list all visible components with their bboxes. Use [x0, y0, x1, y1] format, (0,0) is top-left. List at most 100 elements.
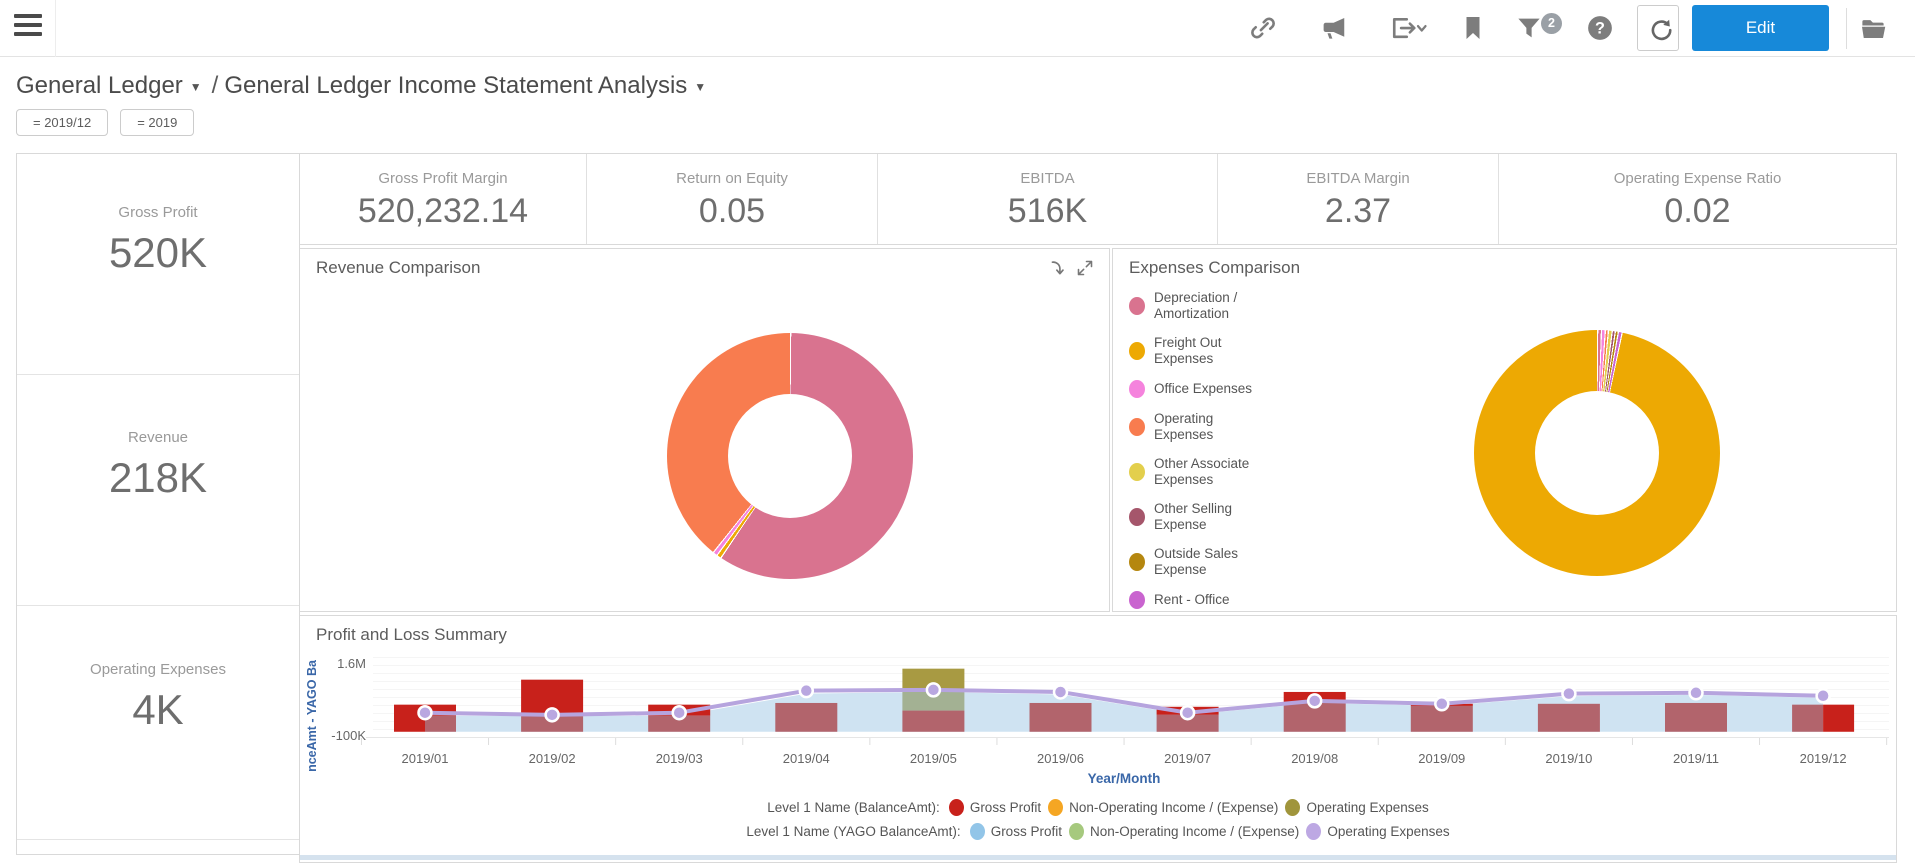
svg-text:2019/08: 2019/08	[1291, 751, 1338, 766]
legend-item[interactable]: Rent - Office	[1129, 591, 1269, 609]
legend-item[interactable]: Non-Operating Income / (Expense)	[1068, 823, 1300, 840]
svg-text:2019/02: 2019/02	[529, 751, 576, 766]
legend-bullet	[1129, 463, 1145, 481]
expenses-donut-chart[interactable]	[1474, 330, 1720, 576]
svg-text:nceAmt - YAGO Ba: nceAmt - YAGO Ba	[305, 659, 319, 772]
legend-item[interactable]: Gross Profit	[948, 799, 1041, 816]
kpi-label: EBITDA Margin	[1306, 170, 1410, 187]
drill-arrow-icon[interactable]	[1047, 258, 1067, 278]
svg-text:?: ?	[1595, 20, 1605, 38]
legend-prefix: Level 1 Name (BalanceAmt):	[767, 800, 940, 815]
legend-bullet	[1129, 508, 1145, 526]
legend-item[interactable]: Operating Expenses	[1285, 799, 1429, 816]
legend-bullet	[1048, 799, 1064, 816]
export-icon[interactable]	[1388, 13, 1428, 43]
kpi-label: Revenue	[127, 429, 189, 446]
filter-chip-year[interactable]: = 2019	[120, 109, 195, 136]
legend-label: Non-Operating Income / (Expense)	[1069, 800, 1279, 815]
svg-text:-100K: -100K	[331, 728, 366, 743]
chevron-down-icon[interactable]: ▼	[190, 80, 202, 94]
kpi-gross-profit: Gross Profit 520K	[17, 204, 299, 375]
svg-text:2019/10: 2019/10	[1545, 751, 1592, 766]
legend-label: Depreciation / Amortization	[1154, 290, 1238, 321]
kpi-label: Gross Profit	[118, 204, 198, 221]
donut-hole	[1535, 391, 1659, 515]
legend-item[interactable]: Depreciation / Amortization	[1129, 290, 1269, 322]
panel-title: Revenue Comparison	[316, 258, 481, 277]
legend-bullet	[969, 823, 985, 840]
filter-chip-month[interactable]: = 2019/12	[16, 109, 109, 136]
announcement-icon[interactable]	[1318, 13, 1348, 43]
legend-label: Operating Expenses	[1154, 411, 1214, 442]
legend-item[interactable]: Operating Expenses	[1129, 411, 1269, 443]
legend-label: Non-Operating Income / (Expense)	[1089, 824, 1300, 839]
kpi-value: 2.37	[1324, 192, 1392, 230]
breadcrumb-separator: /	[211, 72, 219, 99]
svg-text:1.6M: 1.6M	[337, 656, 366, 671]
panel-title: Expenses Comparison	[1129, 258, 1301, 277]
legend-bullet	[1068, 823, 1084, 840]
legend-item[interactable]: Operating Expenses	[1306, 823, 1450, 840]
svg-text:2019/12: 2019/12	[1800, 751, 1847, 766]
legend-bullet	[1129, 342, 1145, 360]
filter-icon[interactable]	[1514, 13, 1544, 43]
expand-icon[interactable]	[1075, 258, 1095, 278]
legend-bullet	[1285, 799, 1301, 816]
toolbar-divider	[55, 0, 56, 57]
legend-bullet	[1129, 553, 1145, 571]
kpi-gross-profit-margin: Gross Profit Margin 520,232.14	[300, 154, 587, 244]
restore-button[interactable]	[1637, 5, 1679, 51]
legend-row-yago-balanceamt: Level 1 Name (YAGO BalanceAmt): Gross Pr…	[746, 823, 1450, 840]
legend-label: Gross Profit	[990, 824, 1062, 839]
kpi-value: 0.02	[1664, 192, 1731, 230]
help-icon[interactable]: ?	[1585, 13, 1615, 43]
revenue-donut-chart[interactable]	[667, 333, 913, 579]
horizontal-scrollbar[interactable]	[300, 855, 1896, 860]
legend-label: Freight Out Expenses	[1154, 335, 1222, 366]
expenses-legend: Depreciation / Amortization Freight Out E…	[1129, 290, 1269, 609]
legend-row-balanceamt: Level 1 Name (BalanceAmt): Gross Profit …	[767, 799, 1429, 816]
restore-icon	[1651, 19, 1672, 41]
svg-text:2019/01: 2019/01	[402, 751, 449, 766]
link-icon[interactable]	[1248, 13, 1278, 43]
menu-icon[interactable]	[14, 14, 42, 38]
kpi-value: 4K	[132, 686, 184, 733]
legend-bullet	[1129, 380, 1145, 398]
pnl-legend: Level 1 Name (BalanceAmt): Gross Profit …	[300, 799, 1896, 840]
legend-item[interactable]: Gross Profit	[969, 823, 1062, 840]
legend-bullet	[1129, 591, 1145, 609]
svg-text:2019/06: 2019/06	[1037, 751, 1084, 766]
legend-label: Outside Sales Expense	[1154, 546, 1239, 577]
legend-item[interactable]: Office Expenses	[1129, 380, 1269, 398]
sidebar-kpi-panel: Gross Profit 520K Revenue 218K Operating…	[16, 153, 300, 855]
legend-label: Other Associate Expenses	[1154, 456, 1250, 487]
bookmark-icon[interactable]	[1458, 13, 1488, 43]
legend-bullet	[948, 799, 964, 816]
legend-prefix: Level 1 Name (YAGO BalanceAmt):	[746, 824, 961, 839]
legend-item[interactable]: Non-Operating Income / (Expense)	[1048, 799, 1278, 816]
breadcrumb: General Ledger ▼ / General Ledger Income St…	[16, 72, 710, 100]
legend-label: Operating Expenses	[1306, 800, 1429, 815]
revenue-comparison-panel: Revenue Comparison Cost of Goods Sold Da…	[299, 248, 1110, 612]
legend-item[interactable]: Freight Out Expenses	[1129, 335, 1269, 367]
legend-bullet	[1129, 418, 1145, 436]
filter-chips: = 2019/12 = 2019	[16, 109, 195, 136]
legend-item[interactable]: Other Selling Expense	[1129, 501, 1269, 533]
breadcrumb-parent[interactable]: General Ledger	[16, 72, 183, 99]
kpi-value: 218K	[108, 454, 208, 501]
legend-label: Operating Expenses	[1327, 824, 1450, 839]
kpi-label: Operating Expenses	[90, 661, 226, 678]
kpi-row: Gross Profit Margin 520,232.14 Return on…	[299, 153, 1897, 245]
pnl-combo-chart[interactable]: 2019/01 2019/02 2019/03 2019/04 2019/05 2019/…	[300, 616, 1896, 796]
legend-label: Rent - Office	[1154, 592, 1230, 607]
kpi-label: EBITDA	[1020, 170, 1075, 187]
kpi-return-on-equity: Return on Equity 0.05	[587, 154, 878, 244]
kpi-label: Gross Profit Margin	[378, 170, 508, 187]
edit-button[interactable]: Edit	[1692, 5, 1829, 51]
breadcrumb-current[interactable]: General Ledger Income Statement Analysis	[224, 72, 687, 99]
legend-label: Office Expenses	[1154, 381, 1253, 396]
legend-item[interactable]: Outside Sales Expense	[1129, 546, 1269, 578]
legend-item[interactable]: Other Associate Expenses	[1129, 456, 1269, 488]
chevron-down-icon[interactable]: ▼	[694, 80, 706, 94]
folder-icon[interactable]	[1858, 13, 1888, 43]
